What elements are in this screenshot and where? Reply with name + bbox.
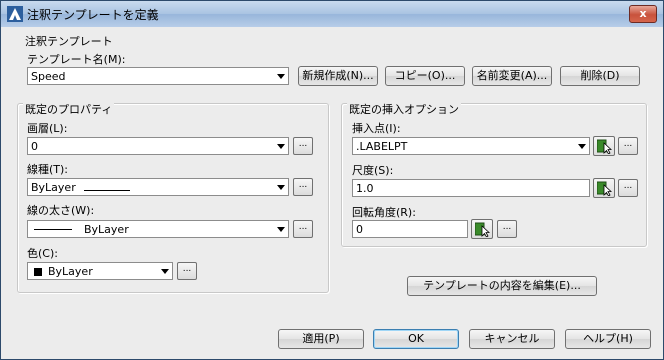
dialog-window: 注釈テンプレートを定義 x 注釈テンプレート テンプレート名(M): Speed… (0, 0, 664, 360)
close-button[interactable]: x (629, 5, 657, 23)
insertion-point-browse-button[interactable]: ... (618, 137, 638, 155)
new-template-button[interactable]: 新規作成(N)... (298, 66, 378, 86)
cancel-button[interactable]: キャンセル (469, 329, 555, 349)
chevron-down-icon (578, 144, 586, 149)
chevron-down-icon (277, 227, 285, 232)
color-combo[interactable]: ByLayer (27, 262, 173, 280)
autocad-logo-icon (7, 6, 23, 22)
pick-point-button[interactable] (593, 136, 615, 156)
linetype-label: 線種(T): (27, 163, 69, 176)
rename-template-button[interactable]: 名前変更(A)... (472, 66, 552, 86)
color-label: 色(C): (27, 247, 58, 260)
layer-browse-button[interactable]: ... (293, 137, 313, 155)
delete-template-button[interactable]: 削除(D) (560, 66, 640, 86)
pick-rotation-button[interactable] (471, 219, 493, 239)
template-name-label: テンプレート名(M): (27, 53, 126, 66)
insertion-point-value: .LABELPT (356, 140, 408, 153)
apply-button[interactable]: 適用(P) (278, 329, 364, 349)
ok-button[interactable]: OK (373, 329, 459, 349)
window-title: 注釈テンプレートを定義 (27, 8, 159, 22)
chevron-down-icon (161, 269, 169, 274)
template-group-label: 注釈テンプレート (25, 35, 113, 48)
template-name-value: Speed (31, 70, 66, 83)
rotation-input[interactable]: 0 (352, 220, 468, 238)
color-swatch (34, 268, 42, 276)
pick-cursor-icon (597, 139, 613, 154)
pick-cursor-icon (597, 181, 613, 196)
layer-label: 画層(L): (27, 122, 68, 135)
rotation-value: 0 (356, 223, 363, 236)
lineweight-browse-button[interactable]: ... (293, 220, 313, 238)
layer-value: 0 (31, 140, 38, 153)
lineweight-label: 線の太さ(W): (27, 204, 95, 217)
dialog-body: 注釈テンプレート テンプレート名(M): Speed 新規作成(N)... コピ… (7, 29, 657, 353)
linetype-sample (84, 190, 130, 191)
properties-group-label: 既定のプロパティ (23, 101, 115, 117)
template-name-combo[interactable]: Speed (27, 67, 289, 85)
lineweight-combo[interactable]: ByLayer (27, 220, 289, 238)
pick-cursor-icon (475, 222, 491, 237)
lineweight-value: ByLayer (84, 223, 129, 236)
chevron-down-icon (277, 185, 285, 190)
chevron-down-icon (277, 144, 285, 149)
copy-template-button[interactable]: コピー(O)... (385, 66, 465, 86)
scale-value: 1.0 (356, 182, 374, 195)
color-value: ByLayer (48, 265, 93, 278)
title-bar: 注釈テンプレートを定義 x (1, 1, 663, 27)
color-browse-button[interactable]: ... (177, 262, 197, 280)
insertion-point-combo[interactable]: .LABELPT (352, 137, 590, 155)
scale-label: 尺度(S): (352, 164, 394, 177)
linetype-combo[interactable]: ByLayer (27, 178, 289, 196)
rotation-label: 回転角度(R): (352, 206, 416, 219)
insertion-group-label: 既定の挿入オプション (347, 101, 461, 117)
chevron-down-icon (277, 74, 285, 79)
edit-template-contents-button[interactable]: テンプレートの内容を編集(E)... (407, 276, 597, 296)
pick-scale-button[interactable] (593, 178, 615, 198)
scale-input[interactable]: 1.0 (352, 179, 590, 197)
layer-combo[interactable]: 0 (27, 137, 289, 155)
linetype-browse-button[interactable]: ... (293, 178, 313, 196)
linetype-value: ByLayer (31, 181, 76, 194)
insertion-point-label: 挿入点(I): (352, 122, 401, 135)
scale-browse-button[interactable]: ... (618, 179, 638, 197)
lineweight-sample (34, 229, 72, 230)
rotation-browse-button[interactable]: ... (497, 220, 517, 238)
help-button[interactable]: ヘルプ(H) (565, 329, 651, 349)
